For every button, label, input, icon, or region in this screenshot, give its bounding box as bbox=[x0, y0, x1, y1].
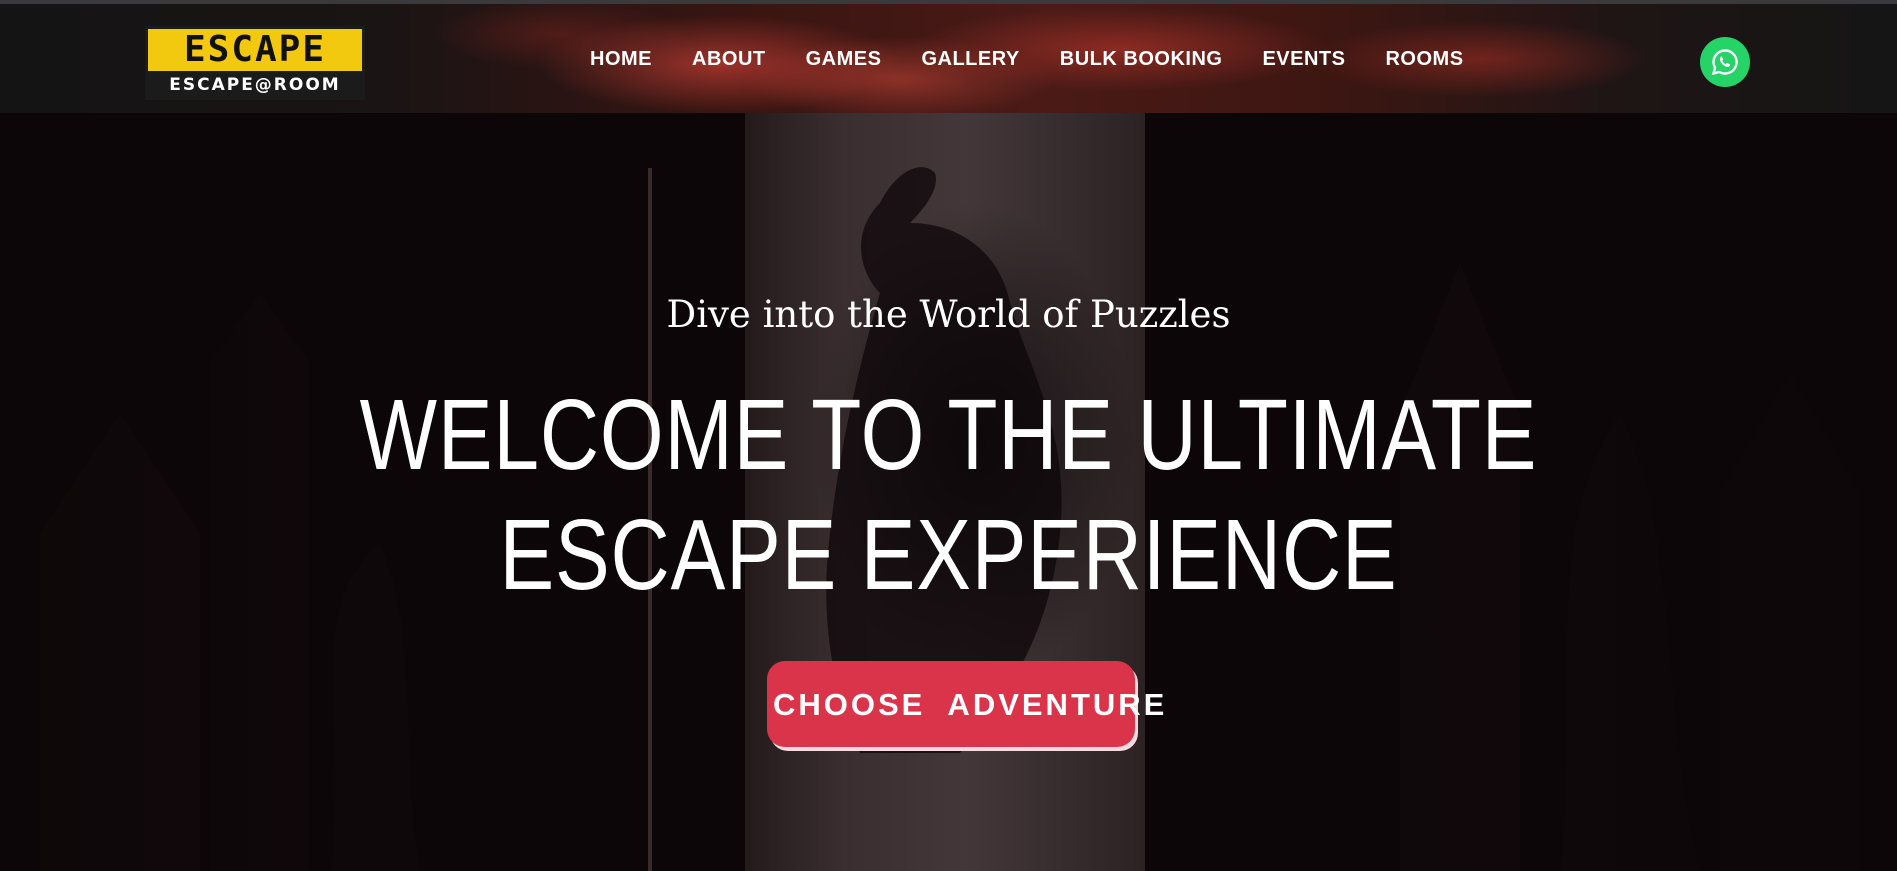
site-logo[interactable]: ESCAPE ESCAPE@ROOM bbox=[145, 26, 365, 100]
choose-adventure-button[interactable]: CHOOSE ADVENTURE bbox=[767, 661, 1164, 747]
nav-gallery[interactable]: GALLERY bbox=[901, 44, 1039, 74]
hero-section: Dive into the World of Puzzles WELCOME T… bbox=[0, 113, 1897, 871]
nav-events[interactable]: EVENTS bbox=[1242, 44, 1365, 74]
hero-title-line-1: WELCOME TO THE ULTIMATE bbox=[359, 379, 1538, 491]
hero-title-line-2: ESCAPE EXPERIENCE bbox=[499, 499, 1398, 611]
whatsapp-button[interactable] bbox=[1700, 37, 1750, 87]
nav-bulk-booking[interactable]: BULK BOOKING bbox=[1040, 44, 1243, 74]
whatsapp-icon bbox=[1711, 49, 1738, 76]
logo-plate: ESCAPE bbox=[148, 29, 362, 71]
main-nav: HOME ABOUT GAMES GALLERY BULK BOOKING EV… bbox=[570, 44, 1484, 74]
site-header: ESCAPE ESCAPE@ROOM HOME ABOUT GAMES GALL… bbox=[0, 4, 1897, 113]
nav-games[interactable]: GAMES bbox=[786, 44, 902, 74]
hero-subtitle: Dive into the World of Puzzles bbox=[666, 293, 1231, 336]
logo-sub-text: ESCAPE@ROOM bbox=[169, 75, 341, 95]
nav-home[interactable]: HOME bbox=[570, 44, 672, 74]
nav-rooms[interactable]: ROOMS bbox=[1365, 44, 1483, 74]
nav-about[interactable]: ABOUT bbox=[672, 44, 786, 74]
hero-title: WELCOME TO THE ULTIMATE ESCAPE EXPERIENC… bbox=[0, 375, 1897, 615]
logo-main-text: ESCAPE bbox=[183, 29, 327, 70]
